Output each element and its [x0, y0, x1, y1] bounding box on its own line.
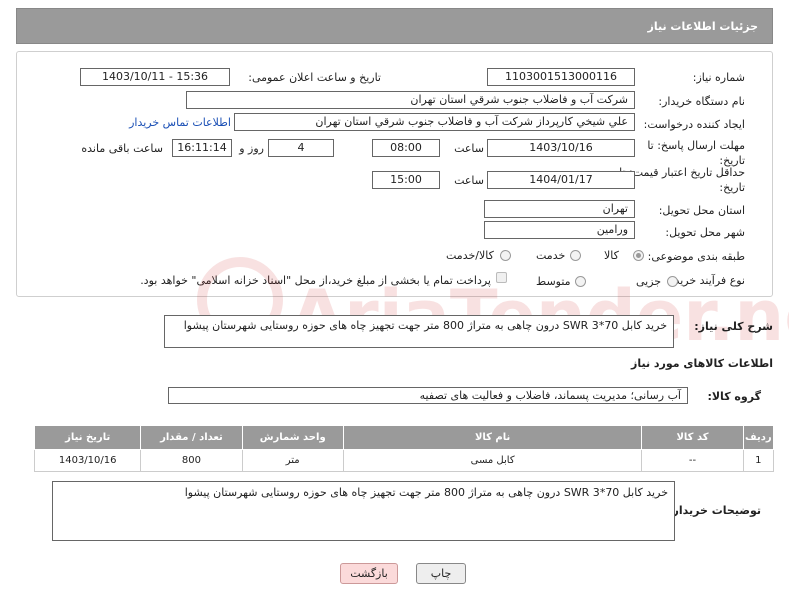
- province-field: تهران: [484, 200, 635, 218]
- reply-time-label: ساعت: [454, 142, 484, 155]
- col-row-number: ردیف: [742, 425, 775, 450]
- category-goods-label: کالا: [604, 249, 619, 262]
- announce-field: 1403/10/11 - 15:36: [80, 68, 230, 86]
- announce-label: تاریخ و ساعت اعلان عمومی:: [248, 71, 381, 84]
- goods-table: ردیف کد کالا نام کالا واحد شمارش تعداد /…: [33, 425, 775, 472]
- treasury-payment-note: پرداخت تمام یا بخشی از مبلغ خرید،از محل …: [140, 274, 491, 287]
- col-unit: واحد شمارش: [241, 425, 344, 450]
- print-button[interactable]: چاپ: [416, 563, 466, 584]
- cell-quantity: 800: [140, 449, 243, 472]
- validity-time-label: ساعت: [454, 174, 484, 187]
- col-item-code: کد کالا: [641, 425, 744, 450]
- reply-date-field: 1403/10/16: [487, 139, 635, 157]
- treasury-payment-checkbox[interactable]: [496, 272, 507, 283]
- cell-need-date: 1403/10/16: [33, 449, 142, 472]
- province-label: استان محل تحویل:: [658, 204, 745, 217]
- purchase-minor-radio[interactable]: [667, 276, 678, 287]
- need-number-label: شماره نیاز:: [692, 71, 745, 84]
- goods-group-field: آب رسانی؛ مدیریت پسماند، فاضلاب و فعالیت…: [168, 387, 688, 404]
- validity-time-field: 15:00: [372, 171, 440, 189]
- col-need-date: تاریخ نیاز: [33, 425, 142, 450]
- cell-item-name: کابل مسی: [342, 449, 643, 472]
- back-button[interactable]: بازگشت: [340, 563, 398, 584]
- remaining-time-field: 16:11:14: [172, 139, 232, 157]
- purchase-type-label: نوع فرآیند خرید :: [667, 274, 745, 287]
- reply-time-field: 08:00: [372, 139, 440, 157]
- category-service-label: خدمت: [536, 249, 566, 262]
- contact-info-link[interactable]: اطلاعات تماس خریدار: [129, 116, 231, 129]
- validity-date-field: 1404/01/17: [487, 171, 635, 189]
- remaining-label: ساعت باقی مانده: [81, 142, 163, 155]
- buyer-notes-label: توضیحات خریدار:: [668, 504, 761, 517]
- buyer-org-label: نام دستگاه خریدار:: [658, 95, 745, 108]
- purchase-minor-label: جزیی: [636, 275, 662, 288]
- goods-table-header: ردیف کد کالا نام کالا واحد شمارش تعداد /…: [33, 425, 775, 450]
- category-both-radio[interactable]: [500, 250, 511, 261]
- col-quantity: تعداد / مقدار: [140, 425, 243, 450]
- requester-field: علي شيخي کارپرداز شرکت آب و فاضلاب جنوب …: [234, 113, 635, 131]
- requester-label: ایجاد کننده درخواست:: [643, 118, 745, 131]
- summary-text: خرید کابل 70*SWR 3 درون چاهی به متراژ 80…: [183, 319, 667, 332]
- need-number-field: 1103001513000116: [487, 68, 635, 86]
- buyer-notes-textarea: خرید کابل 70*SWR 3 درون چاهی به متراژ 80…: [52, 481, 675, 541]
- summary-textarea: خرید کابل 70*SWR 3 درون چاهی به متراژ 80…: [164, 315, 674, 348]
- category-label: طبقه بندی موضوعی:: [647, 250, 745, 263]
- table-row: 1 -- کابل مسی متر 800 1403/10/16: [33, 449, 775, 472]
- reply-deadline-label: مهلت ارسال پاسخ: تا تاریخ:: [647, 139, 745, 167]
- days-label: روز و: [239, 142, 264, 155]
- category-goods-radio[interactable]: [633, 250, 644, 261]
- buyer-org-field: شرکت آب و فاضلاب جنوب شرقي استان تهران: [186, 91, 635, 109]
- summary-label: شرح کلی نیاز:: [694, 320, 773, 333]
- cell-row-number: 1: [742, 449, 775, 472]
- category-service-radio[interactable]: [570, 250, 581, 261]
- city-field: ورامین: [484, 221, 635, 239]
- cell-item-code: --: [641, 449, 744, 472]
- purchase-medium-radio[interactable]: [575, 276, 586, 287]
- buyer-notes-text: خرید کابل 70*SWR 3 درون چاهی به متراژ 80…: [184, 486, 668, 499]
- days-remaining-field: 4: [268, 139, 334, 157]
- page-header: جزئیات اطلاعات نیاز: [16, 8, 773, 44]
- cell-unit: متر: [241, 449, 344, 472]
- goods-section-title: اطلاعات کالاهای مورد نیاز: [631, 357, 773, 370]
- goods-group-label: گروه کالا:: [707, 390, 761, 403]
- category-both-label: کالا/خدمت: [446, 249, 494, 262]
- page-title: جزئیات اطلاعات نیاز: [647, 20, 759, 33]
- purchase-medium-label: متوسط: [536, 275, 571, 288]
- city-label: شهر محل تحویل:: [665, 226, 745, 239]
- col-item-name: نام کالا: [342, 425, 643, 450]
